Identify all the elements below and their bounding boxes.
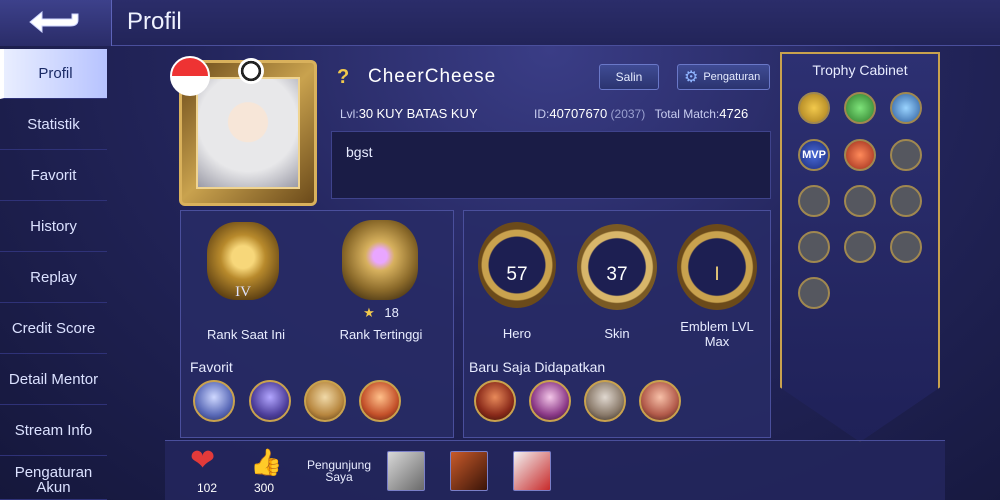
recent-hero-3-icon[interactable] [584, 380, 626, 422]
locked-badge-4-icon[interactable] [890, 185, 922, 217]
question-mark-icon[interactable]: ? [337, 66, 349, 89]
highest-rank-medal-icon[interactable] [342, 220, 418, 300]
level-value: 30 [358, 106, 374, 121]
total-match-prefix: Total Match: [654, 107, 720, 121]
locked-badge-6-icon[interactable] [844, 231, 876, 263]
sidebar-item-statistik[interactable]: Statistik [0, 100, 107, 150]
level-prefix: Lvl: [340, 107, 359, 121]
hero-count: 57 [506, 264, 528, 285]
visitor-2-avatar[interactable] [450, 451, 488, 491]
squad-name[interactable]: BATAS KUY [407, 106, 478, 121]
locked-badge-8-icon[interactable] [798, 277, 830, 309]
favorite-hero-4-icon[interactable] [359, 380, 401, 422]
locked-badge-2-icon[interactable] [798, 185, 830, 217]
favorite-hero-2-icon[interactable] [249, 380, 291, 422]
bio-box[interactable]: bgst [331, 131, 771, 199]
favorite-hero-3-icon[interactable] [304, 380, 346, 422]
username: CheerCheese [368, 66, 497, 87]
trophy-cup-icon[interactable] [798, 92, 830, 124]
total-match-value: 4726 [719, 106, 749, 121]
sidebar-item-replay[interactable]: Replay [0, 253, 107, 303]
recent-hero-4-icon[interactable] [639, 380, 681, 422]
recent-hero-2-icon[interactable] [529, 380, 571, 422]
sidebar-item-profil[interactable]: Profil [0, 49, 107, 99]
indonesia-flag-icon [170, 56, 210, 96]
level-line: Lvl:30 KUY BATAS KUY [340, 106, 478, 121]
page-title: Profil [127, 8, 182, 35]
thumbs-up-icon[interactable]: 👍 [250, 448, 282, 476]
skin-count: 37 [606, 264, 628, 285]
id-prefix: ID: [534, 107, 550, 121]
visitor-1-avatar[interactable] [387, 451, 425, 491]
recent-hero-1-icon[interactable] [474, 380, 516, 422]
trophy-cabinet-title: Trophy Cabinet [812, 62, 908, 78]
sword-badge-icon[interactable] [844, 139, 876, 171]
id-line: ID:40707670 (2037) Total Match:4726 [534, 106, 748, 121]
id-value: 40707670 [549, 106, 608, 121]
back-button[interactable] [0, 0, 112, 46]
settings-label: Pengaturan [703, 71, 761, 83]
copy-button[interactable]: Salin [599, 64, 659, 90]
current-rank-tier: IV [235, 284, 251, 300]
locked-badge-5-icon[interactable] [798, 231, 830, 263]
team-badge-icon[interactable] [844, 92, 876, 124]
visitor-3-avatar[interactable] [513, 451, 551, 491]
highest-rank-stars-value: 18 [384, 305, 399, 320]
favorite-hero-1-icon[interactable] [193, 380, 235, 422]
current-rank-label: Rank Saat Ini [206, 327, 286, 342]
server-value: (2037) [610, 107, 646, 121]
highest-rank-stars: ★ 18 [356, 305, 406, 321]
sidebar-item-credit-score[interactable]: Credit Score [0, 304, 107, 354]
highest-rank-label: Rank Tertinggi [339, 327, 423, 342]
top-bar: Profil [0, 0, 1000, 46]
trophy-cabinet: Trophy Cabinet MVP [780, 52, 940, 442]
gear-icon: ⚙ [684, 69, 699, 86]
heart-icon[interactable]: ❤ [190, 446, 215, 476]
sidebar-item-favorit[interactable]: Favorit [0, 151, 107, 201]
sidebar-item-history[interactable]: History [0, 202, 107, 252]
locked-badge-1-icon[interactable] [890, 139, 922, 171]
mvp-badge-icon[interactable]: MVP [798, 139, 830, 171]
sidebar-item-pengaturan-akun[interactable]: Pengaturan Akun [0, 457, 107, 500]
locked-badge-7-icon[interactable] [890, 231, 922, 263]
visitors-label: Pengunjung Saya [306, 458, 372, 484]
squad-tag[interactable]: KUY [377, 106, 404, 121]
settings-button[interactable]: ⚙ Pengaturan [677, 64, 770, 90]
thumbs-count: 300 [253, 481, 275, 495]
avatar [196, 77, 300, 189]
emblem-label: Emblem LVL Max [680, 319, 754, 349]
locked-badge-3-icon[interactable] [844, 185, 876, 217]
emblem-level: I [714, 264, 720, 285]
back-arrow-icon [29, 10, 79, 34]
favorites-label: Favorit [190, 359, 233, 375]
wings-badge-icon[interactable] [890, 92, 922, 124]
sidebar-item-stream-info[interactable]: Stream Info [0, 406, 107, 456]
sidebar: Profil Statistik Favorit History Replay … [0, 49, 107, 500]
likes-count: 102 [196, 481, 218, 495]
skin-label: Skin [604, 326, 630, 341]
recent-label: Baru Saja Didapatkan [469, 359, 606, 375]
soccer-ball-icon [238, 58, 264, 84]
sidebar-item-detail-mentor[interactable]: Detail Mentor [0, 355, 107, 405]
star-icon: ★ [363, 305, 375, 320]
hero-label: Hero [502, 326, 532, 341]
